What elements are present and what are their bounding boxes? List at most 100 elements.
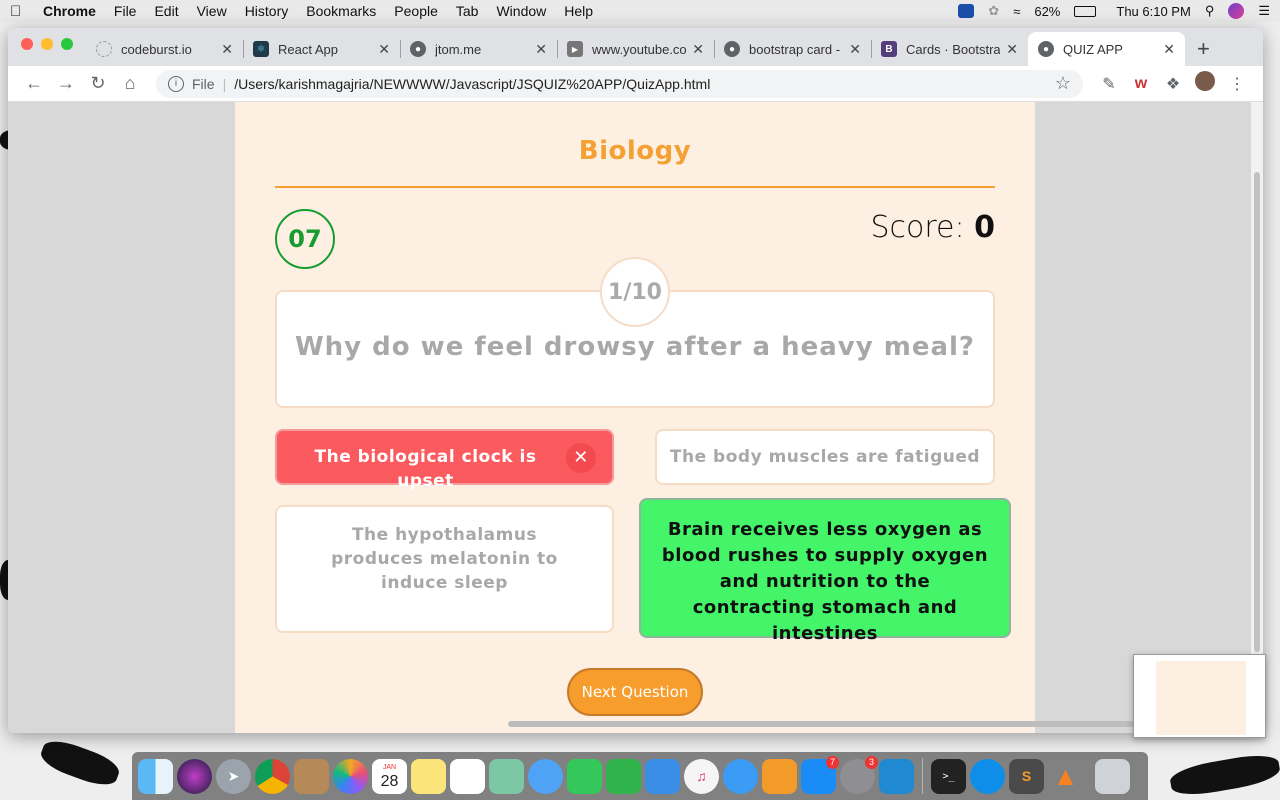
- home-button[interactable]: ⌂: [114, 73, 146, 94]
- books-icon[interactable]: [762, 758, 797, 794]
- minimize-window-button[interactable]: [41, 38, 53, 50]
- contacts-icon[interactable]: [294, 758, 329, 794]
- bluetooth-icon[interactable]: ✿: [988, 3, 999, 19]
- macos-dock: ➤ JAN 28 ♫ 7 3 >_ S ▲: [132, 752, 1148, 800]
- tab-cards-bootstrap[interactable]: B Cards · Bootstrap ✕: [871, 32, 1028, 66]
- menu-app-name[interactable]: Chrome: [43, 3, 96, 19]
- messages-icon[interactable]: [528, 758, 563, 794]
- next-question-button[interactable]: Next Question: [567, 668, 703, 716]
- vscode-icon[interactable]: [879, 758, 914, 794]
- teamviewer-icon[interactable]: [970, 758, 1005, 794]
- menu-file[interactable]: File: [114, 3, 137, 19]
- terminal-icon[interactable]: >_: [931, 758, 966, 794]
- tab-youtube[interactable]: ▶ www.youtube.com ✕: [557, 32, 714, 66]
- close-tab-icon[interactable]: ✕: [221, 41, 233, 58]
- eyedropper-extension-icon[interactable]: ✎: [1093, 74, 1125, 94]
- globe-icon: ●: [724, 41, 740, 57]
- menu-edit[interactable]: Edit: [154, 3, 178, 19]
- keynote-icon[interactable]: [645, 758, 680, 794]
- battery-icon[interactable]: [1074, 5, 1097, 17]
- menu-people[interactable]: People: [394, 3, 438, 19]
- siri-icon[interactable]: [177, 758, 212, 794]
- facetime-icon[interactable]: [567, 758, 602, 794]
- teamviewer-status-icon[interactable]: [958, 4, 975, 18]
- app-store-icon[interactable]: 7: [801, 755, 839, 794]
- system-preferences-icon[interactable]: 3: [840, 755, 878, 794]
- close-tab-icon[interactable]: ✕: [1006, 41, 1018, 58]
- menu-window[interactable]: Window: [496, 3, 546, 19]
- tab-codeburst[interactable]: codeburst.io ✕: [86, 32, 243, 66]
- score-label: Score:: [870, 210, 965, 245]
- back-button[interactable]: ←: [18, 73, 50, 94]
- menu-bookmarks[interactable]: Bookmarks: [306, 3, 376, 19]
- countdown-timer: 07: [275, 209, 335, 269]
- option-2[interactable]: The body muscles are fatigued: [655, 429, 995, 485]
- tab-title: bootstrap card -: [749, 41, 841, 57]
- menu-tab[interactable]: Tab: [456, 3, 479, 19]
- tab-react-app[interactable]: ⚛ React App ✕: [243, 32, 400, 66]
- chrome-icon[interactable]: [255, 758, 290, 794]
- option-1-wrong[interactable]: The biological clock is upset ✕: [275, 429, 614, 491]
- site-info-icon[interactable]: i: [168, 75, 184, 92]
- music-icon[interactable]: ♫: [684, 758, 719, 794]
- react-icon: ⚛: [253, 41, 269, 57]
- wrong-answer-x-icon: ✕: [566, 443, 596, 473]
- scrollbar-thumb[interactable]: [1254, 172, 1260, 652]
- numbers-icon[interactable]: [606, 758, 641, 794]
- siri-icon[interactable]: [1228, 3, 1245, 19]
- chrome-menu-icon[interactable]: ⋮: [1221, 74, 1253, 94]
- tab-quiz-app[interactable]: ● QUIZ APP ✕: [1028, 32, 1185, 66]
- close-window-button[interactable]: [21, 38, 33, 50]
- address-url: /Users/karishmagajria/NEWWWW/Javascript/…: [234, 75, 711, 92]
- forward-button[interactable]: →: [50, 73, 82, 94]
- bookmark-star-icon[interactable]: ☆: [1055, 73, 1071, 94]
- close-tab-icon[interactable]: ✕: [378, 41, 390, 58]
- close-tab-icon[interactable]: ✕: [535, 41, 547, 58]
- tab-bootstrap-card[interactable]: ● bootstrap card - ✕: [714, 32, 871, 66]
- close-tab-icon[interactable]: ✕: [1163, 41, 1175, 58]
- menu-view[interactable]: View: [197, 3, 227, 19]
- new-tab-button[interactable]: +: [1197, 36, 1210, 62]
- extensions-puzzle-icon[interactable]: ❖: [1157, 74, 1189, 94]
- sublime-text-icon[interactable]: S: [1009, 758, 1044, 794]
- address-scheme: File: [192, 75, 215, 92]
- battery-percent[interactable]: 62%: [1034, 4, 1060, 19]
- horizontal-scrollbar[interactable]: [508, 721, 1228, 727]
- trash-icon[interactable]: [1095, 758, 1130, 794]
- photos-icon[interactable]: [333, 758, 368, 794]
- menu-history[interactable]: History: [245, 3, 289, 19]
- option-4-correct[interactable]: Brain receives less oxygen as blood rush…: [639, 498, 1011, 644]
- tab-title: QUIZ APP: [1063, 41, 1123, 57]
- menubar-clock[interactable]: Thu 6:10 PM: [1116, 4, 1190, 19]
- safari-icon[interactable]: [723, 758, 758, 794]
- spotlight-search-icon[interactable]: ⚲: [1205, 3, 1215, 19]
- apple-menu-icon[interactable]: : [10, 3, 34, 20]
- vlc-icon[interactable]: ▲: [1048, 759, 1083, 794]
- browser-toolbar: ← → ↻ ⌂ i File | /Users/karishmagajria/N…: [8, 66, 1263, 102]
- screenshot-thumbnail[interactable]: [1133, 654, 1266, 738]
- profile-avatar[interactable]: [1189, 71, 1221, 96]
- option-3[interactable]: The hypothalamus produces melatonin to i…: [275, 505, 614, 633]
- reload-button[interactable]: ↻: [82, 73, 114, 94]
- w-extension-icon[interactable]: w: [1125, 75, 1157, 93]
- codeburst-icon: [96, 41, 112, 57]
- zoom-window-button[interactable]: [61, 38, 73, 50]
- tab-jtom[interactable]: ● jtom.me ✕: [400, 32, 557, 66]
- reminders-icon[interactable]: [450, 758, 485, 794]
- finder-icon[interactable]: [138, 758, 173, 794]
- wifi-icon[interactable]: ≈: [1013, 4, 1020, 19]
- close-tab-icon[interactable]: ✕: [849, 41, 861, 58]
- notification-center-icon[interactable]: ☰: [1258, 3, 1270, 19]
- maps-icon[interactable]: [489, 758, 524, 794]
- calendar-icon[interactable]: JAN 28: [372, 758, 407, 794]
- vertical-scrollbar[interactable]: [1251, 102, 1263, 733]
- close-tab-icon[interactable]: ✕: [692, 41, 704, 58]
- app-store-badge: 7: [826, 755, 839, 769]
- bootstrap-icon: B: [881, 41, 897, 57]
- question-counter: 1/10: [600, 257, 670, 327]
- notes-icon[interactable]: [411, 758, 446, 794]
- launchpad-icon[interactable]: ➤: [216, 758, 251, 794]
- menu-help[interactable]: Help: [564, 3, 593, 19]
- address-bar[interactable]: i File | /Users/karishmagajria/NEWWWW/Ja…: [156, 69, 1083, 98]
- title-divider: [275, 186, 995, 188]
